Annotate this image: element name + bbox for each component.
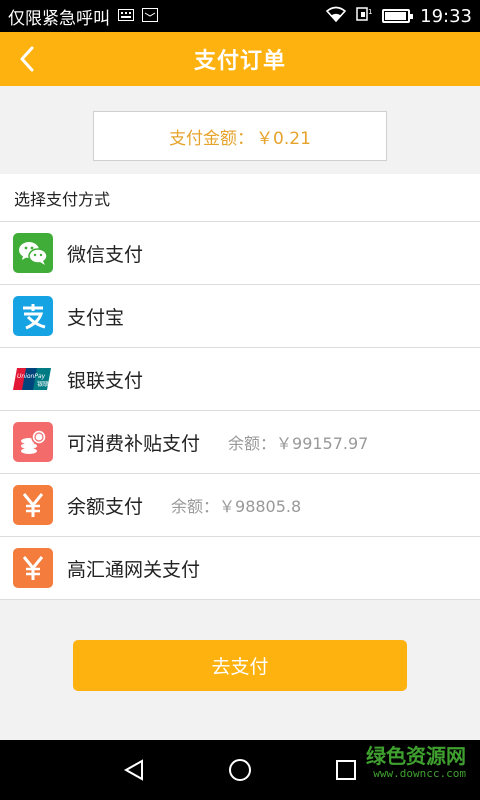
carrier-text: 仅限紧急呼叫	[8, 8, 110, 29]
payment-method-list: 微信支付 支付宝 UnionPay 银联 银联支付 可消费补贴支付 余额：￥991…	[0, 222, 480, 600]
yuan-icon	[13, 485, 53, 525]
amount-value: ￥0.21	[256, 128, 311, 149]
method-label: 微信支付	[67, 243, 144, 266]
yuan-icon	[13, 548, 53, 588]
method-subsidy[interactable]: 可消费补贴支付 余额：￥99157.97	[0, 411, 480, 474]
battery-icon	[382, 9, 414, 23]
method-balance-pay[interactable]: 余额支付 余额：￥98805.8	[0, 474, 480, 537]
svg-text:1: 1	[368, 8, 372, 16]
method-alipay[interactable]: 支付宝	[0, 285, 480, 348]
method-balance: 余额：￥99157.97	[228, 434, 369, 453]
wifi-icon	[325, 6, 347, 26]
clock: 19:33	[420, 5, 472, 27]
method-label: 可消费补贴支付	[67, 432, 201, 455]
watermark-en: www.downcc.com	[373, 767, 466, 780]
back-triangle-icon[interactable]	[118, 754, 150, 786]
method-unionpay[interactable]: UnionPay 银联 银联支付	[0, 348, 480, 411]
amount-label: 支付金额：	[169, 128, 255, 149]
method-label: 银联支付	[67, 369, 144, 392]
method-label: 高汇通网关支付	[67, 558, 201, 581]
pay-button[interactable]: 去支付	[73, 640, 407, 691]
page-title: 支付订单	[193, 49, 286, 74]
header: 支付订单	[0, 32, 480, 86]
svg-text:银联: 银联	[37, 380, 49, 388]
amount-section: 支付金额： ￥0.21	[0, 86, 480, 174]
method-label: 余额支付	[67, 495, 144, 518]
coins-icon	[13, 422, 53, 462]
mail-icon	[142, 7, 158, 25]
amount-box: 支付金额： ￥0.21	[93, 111, 387, 161]
keyboard-icon	[118, 8, 134, 24]
chevron-left-icon	[20, 46, 34, 72]
back-button[interactable]	[20, 32, 50, 86]
sim-icon: 1	[356, 6, 373, 26]
unionpay-icon: UnionPay 银联	[13, 359, 53, 399]
method-label: 支付宝	[67, 306, 125, 329]
home-circle-icon[interactable]	[224, 754, 256, 786]
method-balance: 余额：￥98805.8	[171, 497, 302, 516]
navigation-bar: 绿色资源网 www.downcc.com	[0, 740, 480, 800]
watermark: 绿色资源网 www.downcc.com	[366, 746, 466, 779]
payment-method-heading: 选择支付方式	[0, 174, 480, 222]
alipay-icon	[13, 296, 53, 336]
watermark-cn: 绿色资源网	[366, 744, 466, 768]
method-wechat[interactable]: 微信支付	[0, 222, 480, 285]
svg-text:UnionPay: UnionPay	[17, 373, 46, 380]
wechat-icon	[13, 233, 53, 273]
status-bar: 仅限紧急呼叫 1 19:33	[0, 0, 480, 32]
recents-square-icon[interactable]	[330, 754, 362, 786]
method-gateway[interactable]: 高汇通网关支付	[0, 537, 480, 600]
